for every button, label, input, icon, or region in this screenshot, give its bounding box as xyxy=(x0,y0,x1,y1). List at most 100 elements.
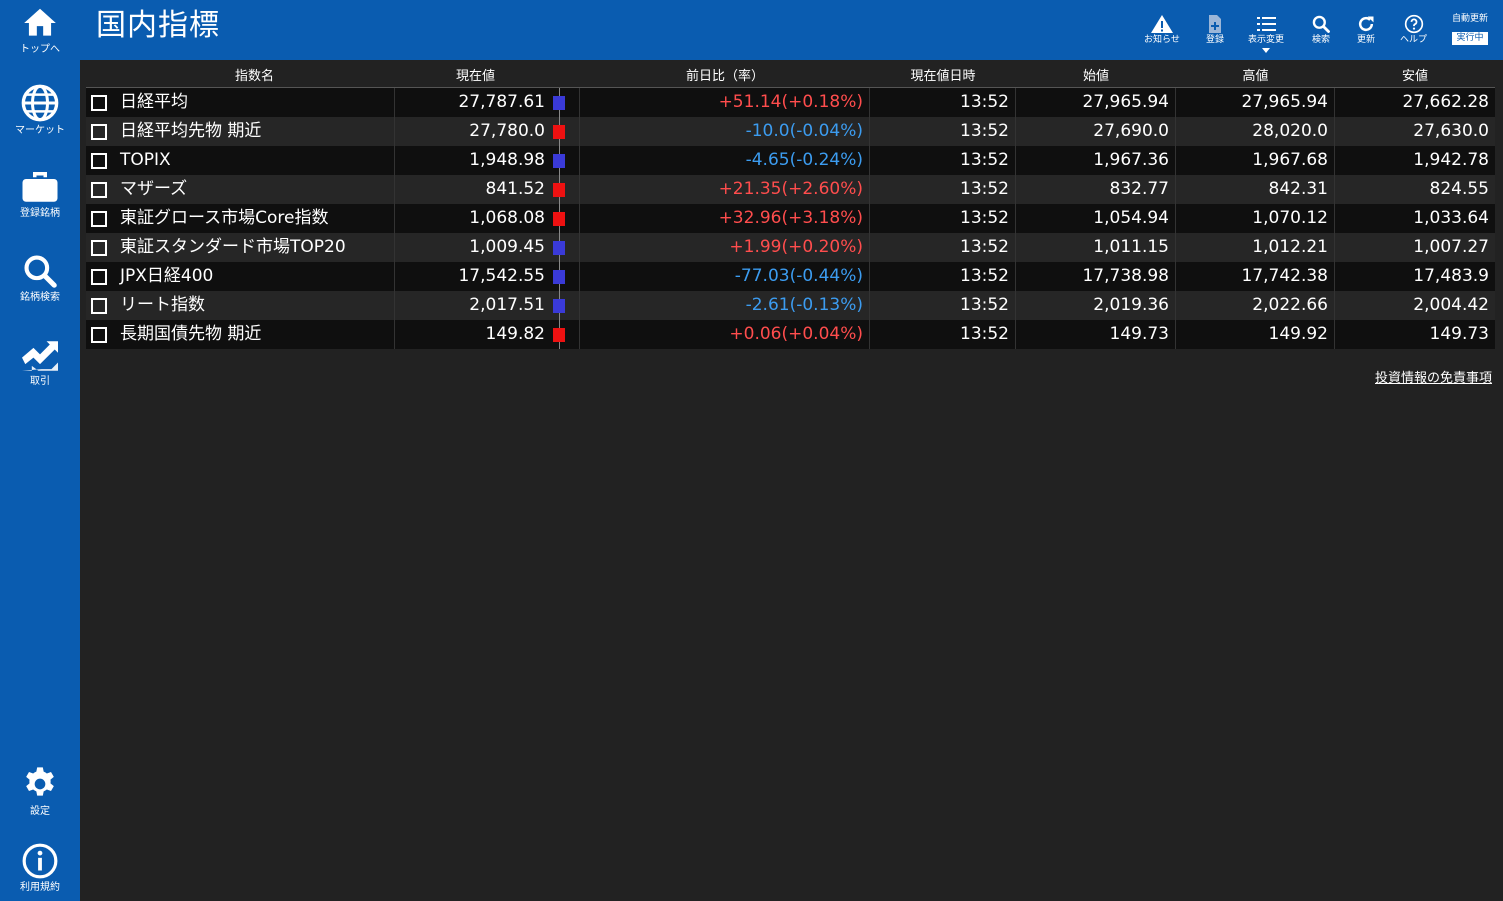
current-price-cell: 1,948.98 xyxy=(395,146,580,175)
change-value: +32.96(+3.18%) xyxy=(580,204,870,233)
candle-bar xyxy=(553,299,565,313)
table-row[interactable]: マザーズ 841.52 +21.35(+2.60%) 13:52 832.77 842.3… xyxy=(86,175,1495,204)
sidebar-item-watchlist[interactable]: 登録銘柄 xyxy=(0,166,80,220)
price-time: 13:52 xyxy=(870,320,1016,349)
current-price: 27,780.0 xyxy=(469,121,545,141)
sidebar-item-label: 取引 xyxy=(30,376,50,387)
index-name[interactable]: 東証スタンダード市場TOP20 xyxy=(114,233,395,262)
open-price: 1,967.36 xyxy=(1016,146,1176,175)
notice-button[interactable]: お知らせ xyxy=(1144,14,1180,46)
row-checkbox[interactable] xyxy=(91,240,107,256)
column-header-open[interactable]: 始値 xyxy=(1016,66,1176,87)
sidebar-item-label: 銘柄検索 xyxy=(20,292,60,303)
index-name[interactable]: 日経平均先物 期近 xyxy=(114,117,395,146)
low-price: 824.55 xyxy=(1429,179,1489,199)
high-price: 17,742.38 xyxy=(1176,262,1335,291)
sidebar-item-label: トップへ xyxy=(20,44,60,55)
column-header-low[interactable]: 安値 xyxy=(1335,66,1495,87)
index-name[interactable]: リート指数 xyxy=(114,291,395,320)
low-price: 1,033.64 xyxy=(1413,208,1489,228)
index-name[interactable]: マザーズ xyxy=(114,175,395,204)
current-price: 27,787.61 xyxy=(458,92,545,112)
low-price: 149.73 xyxy=(1429,324,1489,344)
current-price: 841.52 xyxy=(485,179,545,199)
column-header-change[interactable]: 前日比（率） xyxy=(580,66,870,87)
high-price: 1,070.12 xyxy=(1176,204,1335,233)
sidebar-item-terms[interactable]: 利用規約 xyxy=(0,842,80,894)
sidebar: トップへ マーケット 登録銘柄 銘柄検索 取引 設定 利用規約 xyxy=(0,0,80,901)
row-checkbox-cell xyxy=(86,204,114,233)
index-name[interactable]: 東証グロース市場Core指数 xyxy=(114,204,395,233)
disclaimer-link[interactable]: 投資情報の免責事項 xyxy=(1375,370,1492,388)
current-price: 1,948.98 xyxy=(469,150,545,170)
row-checkbox[interactable] xyxy=(91,211,107,227)
row-checkbox-cell xyxy=(86,175,114,204)
auto-refresh-toggle[interactable]: 自動更新 実行中 xyxy=(1448,14,1492,45)
sidebar-item-settings[interactable]: 設定 xyxy=(0,764,80,818)
home-icon xyxy=(24,8,56,36)
column-header-name[interactable]: 指数名 xyxy=(114,66,395,87)
price-time: 13:52 xyxy=(870,117,1016,146)
sidebar-item-market[interactable]: マーケット xyxy=(0,83,80,137)
row-checkbox[interactable] xyxy=(91,95,107,111)
high-price: 28,020.0 xyxy=(1176,117,1335,146)
index-name[interactable]: JPX日経400 xyxy=(114,262,395,291)
row-checkbox[interactable] xyxy=(91,269,107,285)
row-checkbox[interactable] xyxy=(91,153,107,169)
row-checkbox[interactable] xyxy=(91,124,107,140)
change-value: +21.35(+2.60%) xyxy=(580,175,870,204)
sidebar-item-label: 設定 xyxy=(30,806,50,817)
candle-bar xyxy=(553,125,565,139)
change-value: -10.0(-0.04%) xyxy=(580,117,870,146)
price-time: 13:52 xyxy=(870,291,1016,320)
row-checkbox[interactable] xyxy=(91,298,107,314)
register-button[interactable]: 登録 xyxy=(1205,14,1225,46)
help-button[interactable]: ヘルプ xyxy=(1400,14,1427,46)
column-header-high[interactable]: 高値 xyxy=(1176,66,1335,87)
row-checkbox[interactable] xyxy=(91,327,107,343)
price-time: 13:52 xyxy=(870,175,1016,204)
row-checkbox[interactable] xyxy=(91,182,107,198)
change-value: -4.65(-0.24%) xyxy=(580,146,870,175)
current-price-cell: 27,780.0 xyxy=(395,117,580,146)
search-button[interactable]: 検索 xyxy=(1311,14,1331,46)
header: 国内指標 お知らせ 登録 表示変更 検索 更新 ヘルプ 自動更新 実行中 xyxy=(80,0,1503,60)
sidebar-item-trade[interactable]: 取引 xyxy=(0,338,80,388)
table-row[interactable]: リート指数 2,017.51 -2.61(-0.13%) 13:52 2,019.36 2… xyxy=(86,291,1495,320)
table-row[interactable]: 日経平均 27,787.61 +51.14(+0.18%) 13:52 27,965.9… xyxy=(86,88,1495,117)
change-value: +0.06(+0.04%) xyxy=(580,320,870,349)
page-title: 国内指標 xyxy=(96,8,220,43)
low-price: 1,942.78 xyxy=(1413,150,1489,170)
index-name[interactable]: 日経平均 xyxy=(114,88,395,117)
table-header: 指数名 現在値 前日比（率） 現在値日時 始値 高値 安値 xyxy=(86,66,1495,88)
refresh-button[interactable]: 更新 xyxy=(1356,14,1376,46)
column-header-check xyxy=(86,66,114,87)
row-checkbox-cell xyxy=(86,117,114,146)
index-name[interactable]: TOPIX xyxy=(114,146,395,175)
sidebar-item-stock-search[interactable]: 銘柄検索 xyxy=(0,252,80,304)
column-header-time[interactable]: 現在値日時 xyxy=(870,66,1016,87)
table-row[interactable]: 日経平均先物 期近 27,780.0 -10.0(-0.04%) 13:52 27,69… xyxy=(86,117,1495,146)
table-row[interactable]: 東証スタンダード市場TOP20 1,009.45 +1.99(+0.20%) 13:5… xyxy=(86,233,1495,262)
search-icon xyxy=(24,255,57,288)
current-price: 1,068.08 xyxy=(469,208,545,228)
table-row[interactable]: TOPIX 1,948.98 -4.65(-0.24%) 13:52 1,967.36 1… xyxy=(86,146,1495,175)
low-price: 1,007.27 xyxy=(1413,237,1489,257)
gear-icon xyxy=(26,767,54,796)
column-header-price[interactable]: 現在値 xyxy=(395,66,580,87)
table-row[interactable]: 東証グロース市場Core指数 1,068.08 +32.96(+3.18%) 13:5… xyxy=(86,204,1495,233)
sidebar-item-top[interactable]: トップへ xyxy=(0,4,80,56)
current-price: 1,009.45 xyxy=(469,237,545,257)
table-row[interactable]: JPX日経400 17,542.55 -77.03(-0.44%) 13:52 17,7… xyxy=(86,262,1495,291)
candle-bar xyxy=(553,96,565,110)
change-value: +1.99(+0.20%) xyxy=(580,233,870,262)
briefcase-icon xyxy=(22,172,58,202)
row-checkbox-cell xyxy=(86,88,114,117)
current-price: 17,542.55 xyxy=(458,266,545,286)
table-row[interactable]: 長期国債先物 期近 149.82 +0.06(+0.04%) 13:52 149.73 1… xyxy=(86,320,1495,349)
globe-icon xyxy=(21,84,59,122)
display-change-button[interactable]: 表示変更 xyxy=(1248,14,1284,54)
tool-label: ヘルプ xyxy=(1400,35,1428,45)
index-name[interactable]: 長期国債先物 期近 xyxy=(114,320,395,349)
current-price-cell: 1,068.08 xyxy=(395,204,580,233)
